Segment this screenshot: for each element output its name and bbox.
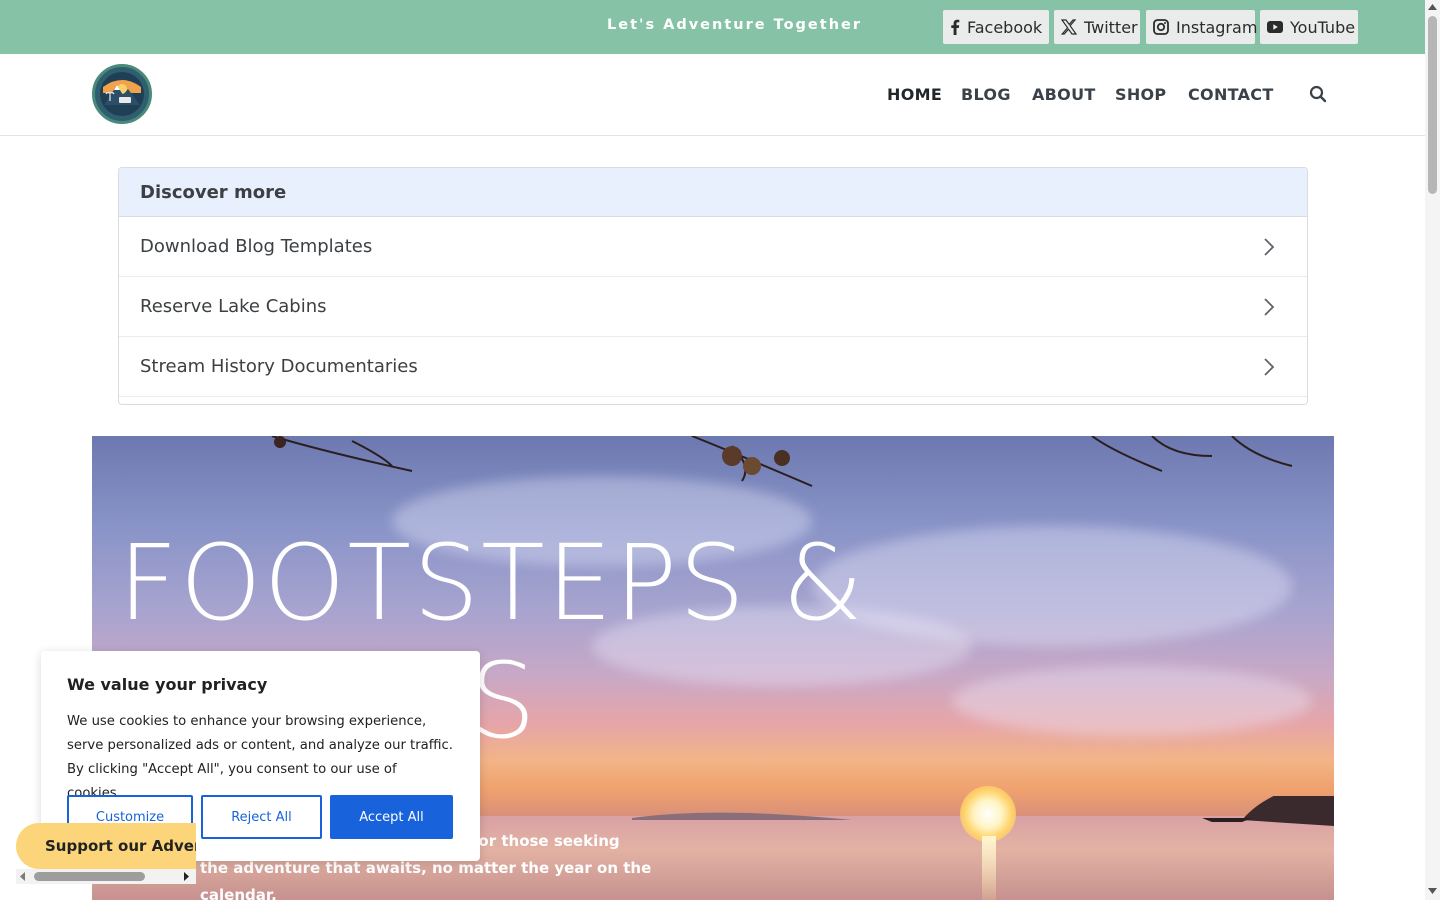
kofi-horizontal-scrollbar[interactable] xyxy=(16,869,196,884)
nav-shop[interactable]: SHOP xyxy=(1115,85,1166,104)
discover-item-history-documentaries[interactable]: Stream History Documentaries xyxy=(119,337,1307,397)
chevron-right-icon xyxy=(1264,238,1275,256)
discover-more-panel: Discover more Download Blog Templates Re… xyxy=(118,167,1308,405)
nav-about[interactable]: ABOUT xyxy=(1032,85,1096,104)
kofi-support-button[interactable]: Support our Adventures xyxy=(16,823,196,869)
facebook-label: Facebook xyxy=(967,17,1043,37)
top-bar: Let's Adventure Together Facebook Twitte… xyxy=(0,0,1425,54)
site-header: HOME BLOG ABOUT SHOP CONTACT xyxy=(0,54,1425,136)
twitter-label: Twitter xyxy=(1084,17,1138,37)
hero-subtitle-line2: the adventure that awaits, no matter the… xyxy=(200,859,652,900)
reject-all-button[interactable]: Reject All xyxy=(201,795,322,839)
search-icon[interactable] xyxy=(1309,85,1327,103)
hero-title-line1: FOOTSTEPS & xyxy=(118,522,866,644)
youtube-icon xyxy=(1267,19,1283,35)
horizontal-scroll-thumb[interactable] xyxy=(34,872,145,881)
instagram-link[interactable]: Instagram xyxy=(1146,10,1258,44)
nav-home[interactable]: HOME xyxy=(887,85,942,104)
tagline: Let's Adventure Together xyxy=(607,17,863,33)
scroll-up-icon[interactable] xyxy=(1428,4,1437,10)
discover-item-label: Reserve Lake Cabins xyxy=(140,296,327,317)
scroll-right-icon[interactable] xyxy=(184,872,190,881)
hero-sun-reflection xyxy=(982,836,996,900)
hero-sun xyxy=(960,786,1016,842)
discover-item-label: Stream History Documentaries xyxy=(140,356,418,377)
scroll-left-icon[interactable] xyxy=(20,872,26,881)
vertical-scroll-thumb[interactable] xyxy=(1428,16,1437,194)
chevron-right-icon xyxy=(1264,358,1275,376)
discover-item-lake-cabins[interactable]: Reserve Lake Cabins xyxy=(119,277,1307,337)
scroll-down-icon[interactable] xyxy=(1428,888,1437,894)
twitter-link[interactable]: Twitter xyxy=(1054,10,1140,44)
discover-more-title: Discover more xyxy=(119,168,1307,217)
hero-cloud xyxy=(952,666,1312,736)
instagram-label: Instagram xyxy=(1176,17,1258,37)
accept-all-button[interactable]: Accept All xyxy=(330,795,453,839)
nav-blog[interactable]: BLOG xyxy=(961,85,1011,104)
hero-branches xyxy=(271,436,1293,487)
nav-contact[interactable]: CONTACT xyxy=(1188,85,1274,104)
chevron-right-icon xyxy=(1264,298,1275,316)
instagram-icon xyxy=(1153,19,1169,35)
youtube-link[interactable]: YouTube xyxy=(1260,10,1358,44)
facebook-icon xyxy=(950,19,960,35)
kofi-label: Support our Adventures xyxy=(45,837,196,855)
site-logo[interactable] xyxy=(92,64,152,124)
cookie-title: We value your privacy xyxy=(67,675,268,694)
facebook-link[interactable]: Facebook xyxy=(943,10,1049,44)
discover-item-blog-templates[interactable]: Download Blog Templates xyxy=(119,217,1307,277)
logo-mountain-icon xyxy=(100,72,144,116)
page-vertical-scrollbar[interactable] xyxy=(1425,0,1440,900)
cookie-text: We use cookies to enhance your browsing … xyxy=(67,714,453,801)
youtube-label: YouTube xyxy=(1290,17,1356,37)
x-twitter-icon xyxy=(1061,19,1077,35)
discover-item-label: Download Blog Templates xyxy=(140,236,373,257)
